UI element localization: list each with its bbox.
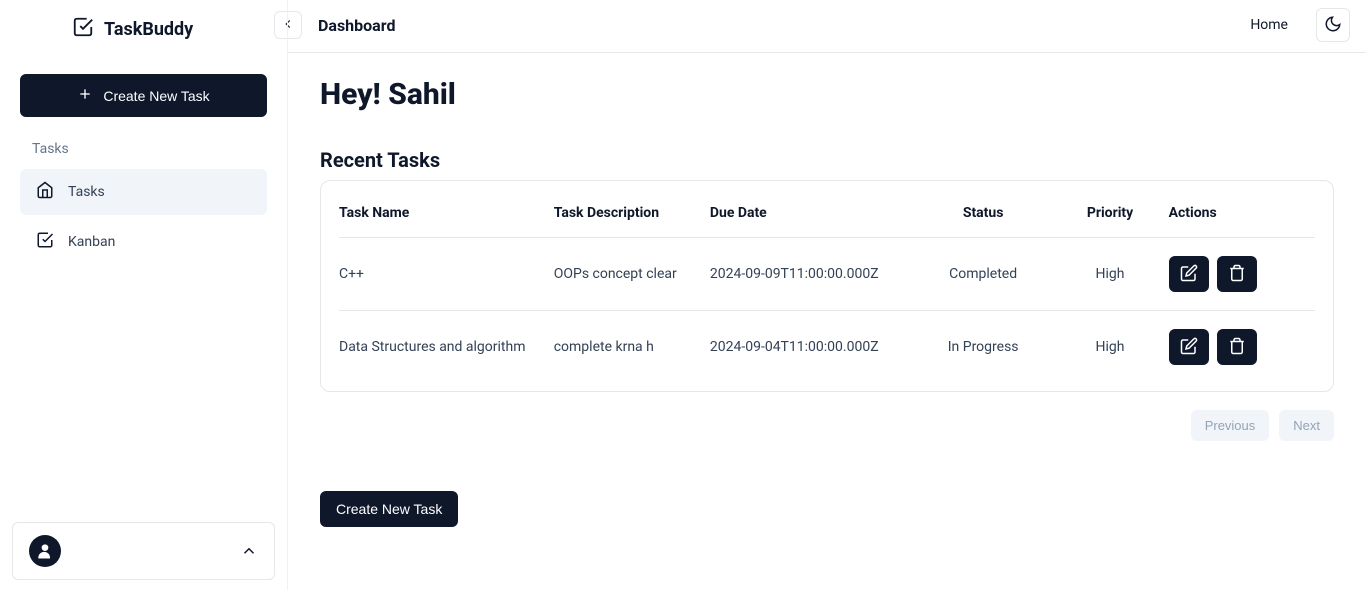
edit-icon [1180,264,1198,285]
delete-button[interactable] [1217,329,1257,365]
home-icon [36,181,54,203]
kanban-check-icon [36,231,54,253]
edit-icon [1180,337,1198,358]
sidebar: TaskBuddy Create New Task Tasks Tasks [0,0,288,590]
trash-icon [1228,264,1246,285]
col-name: Task Name [339,189,554,238]
sidebar-item-label: Tasks [68,184,105,200]
task-due: 2024-09-04T11:00:00.000Z [710,311,915,384]
edit-button[interactable] [1169,329,1209,365]
trash-icon [1228,337,1246,358]
avatar [29,535,61,567]
logo-check-icon [72,16,94,42]
topbar: Dashboard Home [288,0,1366,53]
create-task-button[interactable]: Create New Task [20,74,267,117]
recent-tasks-title: Recent Tasks [320,148,1334,172]
theme-toggle-button[interactable] [1316,8,1350,42]
edit-button[interactable] [1169,256,1209,292]
table-row: Data Structures and algorithm complete k… [339,311,1315,384]
tasks-table: Task Name Task Description Due Date Stat… [320,180,1334,392]
create-task-bottom-button[interactable]: Create New Task [320,491,458,527]
task-description: OOPs concept clear [554,238,710,311]
app-name: TaskBuddy [104,19,193,40]
col-description: Task Description [554,189,710,238]
task-due: 2024-09-09T11:00:00.000Z [710,238,915,311]
previous-button[interactable]: Previous [1191,410,1270,441]
task-name: Data Structures and algorithm [339,311,554,384]
task-description: complete krna h [554,311,710,384]
sidebar-item-label: Kanban [68,234,115,250]
task-priority: High [1051,238,1168,311]
plus-icon [77,86,93,105]
logo[interactable]: TaskBuddy [20,12,267,58]
col-due: Due Date [710,189,915,238]
content: Hey! Sahil Recent Tasks Task Name Task D… [288,53,1366,551]
task-status: In Progress [915,311,1052,384]
task-status: Completed [915,238,1052,311]
greeting: Hey! Sahil [320,77,1334,112]
task-name: C++ [339,238,554,311]
create-task-label: Create New Task [103,88,209,104]
delete-button[interactable] [1217,256,1257,292]
sidebar-section-label: Tasks [20,133,267,165]
col-status: Status [915,189,1052,238]
task-priority: High [1051,311,1168,384]
col-actions: Actions [1169,189,1315,238]
user-menu[interactable] [12,522,275,580]
page-title: Dashboard [318,16,395,35]
home-link[interactable]: Home [1250,17,1288,33]
moon-icon [1324,15,1342,36]
next-button[interactable]: Next [1279,410,1334,441]
col-priority: Priority [1051,189,1168,238]
main-area: Dashboard Home Hey! Sahil Recent Tasks T… [288,0,1366,590]
pagination: Previous Next [320,410,1334,441]
chevron-up-icon [240,542,258,560]
table-row: C++ OOPs concept clear 2024-09-09T11:00:… [339,238,1315,311]
sidebar-item-tasks[interactable]: Tasks [20,169,267,215]
sidebar-item-kanban[interactable]: Kanban [20,219,267,265]
